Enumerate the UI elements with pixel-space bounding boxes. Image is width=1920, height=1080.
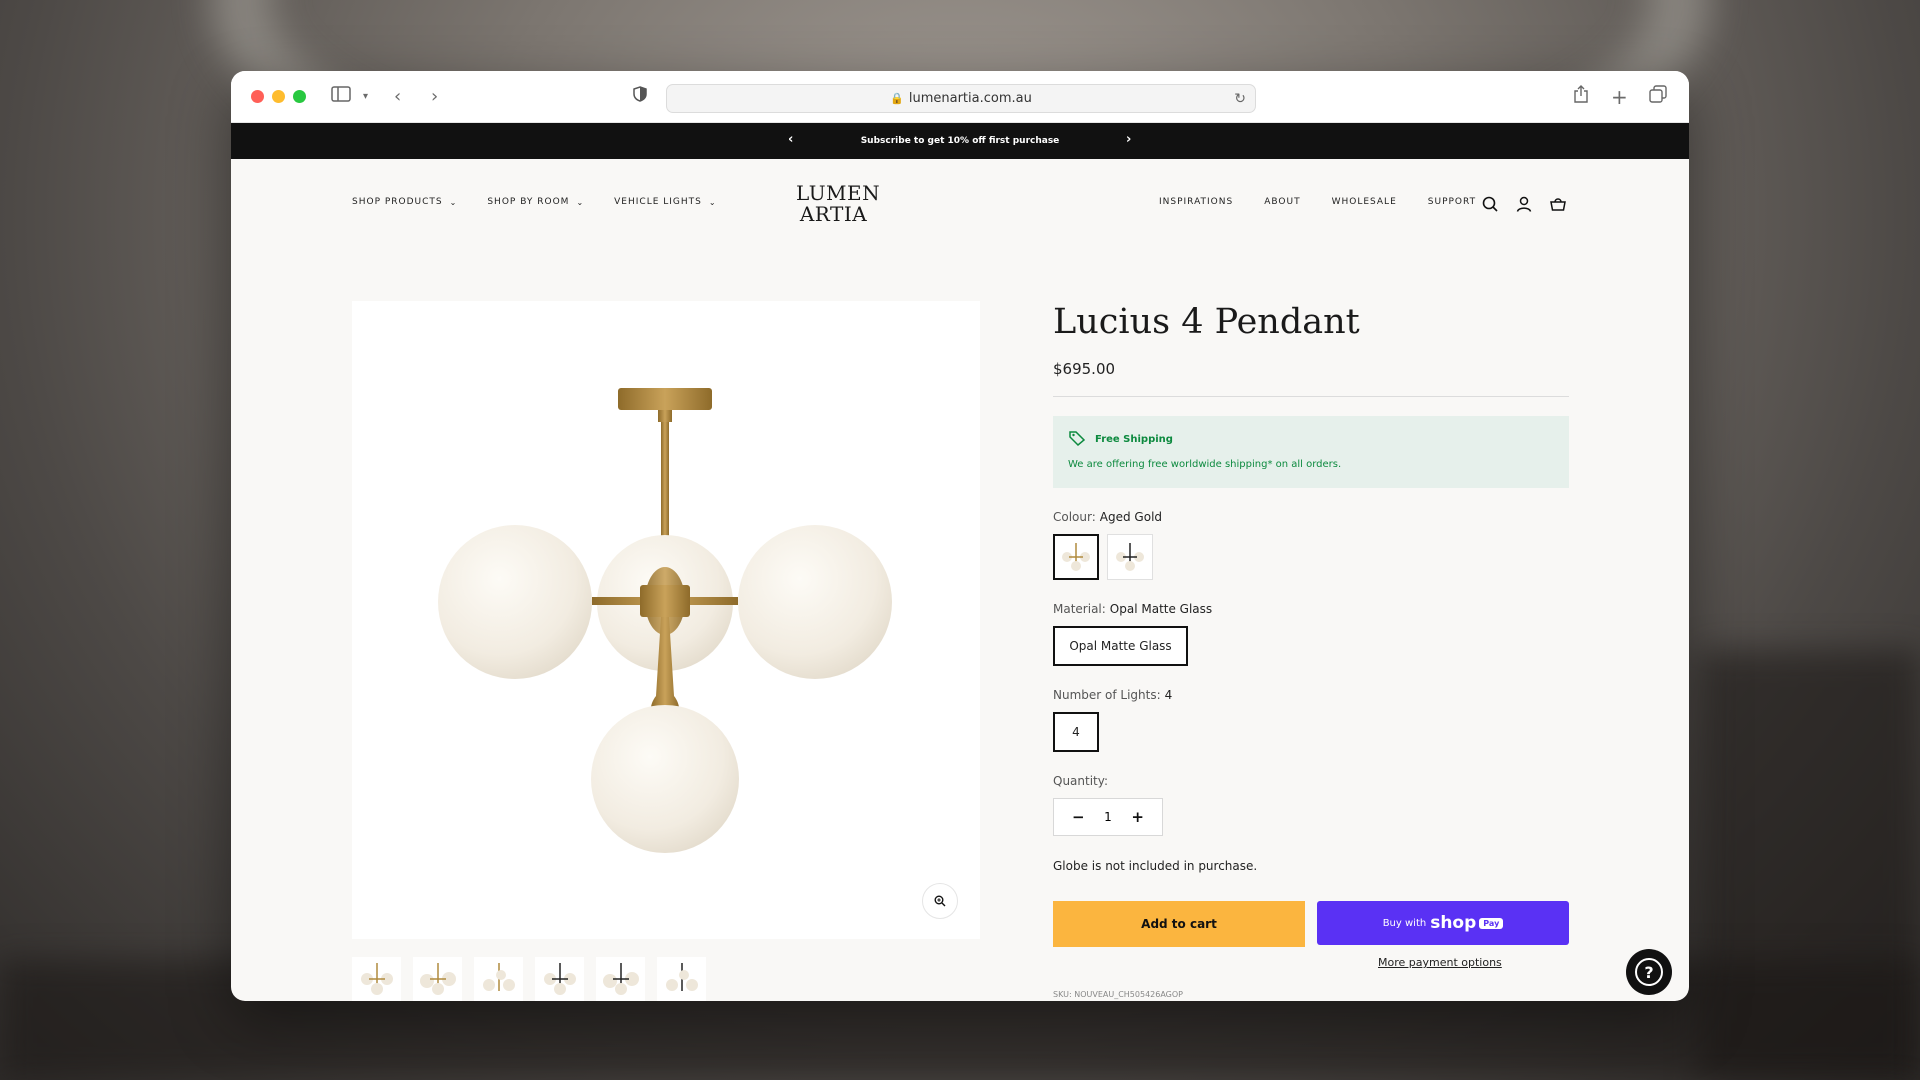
purchase-note: Globe is not included in purchase. <box>1053 859 1258 873</box>
tabs-overview-icon[interactable] <box>1649 85 1667 110</box>
lights-value: 4 <box>1164 688 1173 702</box>
announcement-bar: ‹ Subscribe to get 10% off first purchas… <box>231 123 1689 159</box>
quantity-stepper: − 1 + <box>1053 798 1163 836</box>
secondary-nav: INSPIRATIONS ABOUT WHOLESALE SUPPORT <box>1159 197 1476 207</box>
header-icons <box>1481 195 1567 213</box>
shop-pay-logo: shop <box>1430 913 1477 933</box>
shipping-text: We are offering free worldwide shipping*… <box>1068 459 1342 470</box>
quantity-label: Quantity: <box>1053 774 1109 788</box>
shipping-banner: Free Shipping We are offering free world… <box>1053 416 1569 488</box>
sidebar-toggle-icon[interactable] <box>331 85 351 109</box>
primary-nav: SHOP PRODUCTS ⌄ SHOP BY ROOM ⌄ VEHICLE LIG… <box>352 197 717 207</box>
product-title: Lucius 4 Pendant <box>1053 302 1360 342</box>
back-icon[interactable]: ‹ <box>394 85 401 109</box>
chevron-down-icon: ⌄ <box>708 197 717 207</box>
shipping-title: Free Shipping <box>1095 434 1173 445</box>
thumbnail[interactable] <box>413 957 462 1001</box>
divider <box>1053 396 1569 397</box>
chevron-down-icon[interactable]: ▾ <box>363 85 368 109</box>
share-icon[interactable] <box>1573 85 1589 110</box>
zoom-icon <box>934 895 946 907</box>
nav-shop-products[interactable]: SHOP PRODUCTS ⌄ <box>352 197 457 207</box>
buy-buttons: Add to cart Buy with shop Pay <box>1053 901 1569 947</box>
quantity-input[interactable]: 1 <box>1104 810 1112 824</box>
lock-icon: 🔒 <box>890 92 904 105</box>
site-header: SHOP PRODUCTS ⌄ SHOP BY ROOM ⌄ VEHICLE LIG… <box>231 159 1689 249</box>
nav-wholesale[interactable]: WHOLESALE <box>1332 197 1397 207</box>
thumbnail[interactable] <box>535 957 584 1001</box>
reload-icon[interactable]: ↻ <box>1234 91 1246 107</box>
colour-value: Aged Gold <box>1099 510 1163 524</box>
more-payment-options-link[interactable]: More payment options <box>1378 956 1569 969</box>
material-option[interactable]: Opal Matte Glass <box>1053 626 1188 666</box>
help-button[interactable]: ? <box>1626 949 1672 995</box>
nav-vehicle-lights[interactable]: VEHICLE LIGHTS ⌄ <box>614 197 716 207</box>
swatch-aged-gold[interactable] <box>1053 534 1099 580</box>
product-gallery[interactable] <box>352 301 980 939</box>
nav-inspirations[interactable]: INSPIRATIONS <box>1159 197 1233 207</box>
add-to-cart-button[interactable]: Add to cart <box>1053 901 1305 947</box>
thumbnail[interactable] <box>352 957 401 1001</box>
announcement-text[interactable]: Subscribe to get 10% off first purchase <box>861 136 1060 146</box>
chevron-down-icon: ⌄ <box>449 197 458 207</box>
lights-label: Number of Lights: 4 <box>1053 688 1173 702</box>
announcement-prev-button[interactable]: ‹ <box>788 132 793 147</box>
window-controls <box>251 90 306 103</box>
tag-icon <box>1068 430 1086 449</box>
thumbnail-strip <box>352 957 706 1001</box>
thumbnail[interactable] <box>596 957 645 1001</box>
url-text: lumenartia.com.au <box>908 91 1032 106</box>
site-logo[interactable]: LUMEN ARTIA <box>796 183 880 225</box>
shop-pay-button[interactable]: Buy with shop Pay <box>1317 901 1569 945</box>
quantity-increase-button[interactable]: + <box>1131 808 1144 826</box>
quantity-decrease-button[interactable]: − <box>1072 808 1085 826</box>
material-value: Opal Matte Glass <box>1109 602 1213 616</box>
account-icon[interactable] <box>1515 195 1533 213</box>
close-window-button[interactable] <box>251 90 264 103</box>
nav-about[interactable]: ABOUT <box>1264 197 1300 207</box>
address-bar[interactable]: 🔒 lumenartia.com.au ↻ <box>666 84 1256 113</box>
help-icon: ? <box>1635 958 1663 986</box>
material-label: Material: Opal Matte Glass <box>1053 602 1213 616</box>
thumbnail[interactable] <box>474 957 523 1001</box>
colour-label: Colour: Aged Gold <box>1053 510 1163 524</box>
zoom-button[interactable] <box>922 883 958 919</box>
minimize-window-button[interactable] <box>272 90 285 103</box>
swatch-black[interactable] <box>1107 534 1153 580</box>
product-price: $695.00 <box>1053 360 1116 378</box>
forward-icon[interactable]: › <box>431 85 438 109</box>
lights-option[interactable]: 4 <box>1053 712 1099 752</box>
colour-swatches <box>1053 534 1569 580</box>
browser-window: ▾ ‹ › 🔒 lumenartia.com.au ↻ + ‹ Subscrib… <box>231 71 1689 1001</box>
thumbnail[interactable] <box>657 957 706 1001</box>
nav-support[interactable]: SUPPORT <box>1428 197 1476 207</box>
product-image <box>438 388 892 853</box>
search-icon[interactable] <box>1481 195 1499 213</box>
announcement-next-button[interactable]: › <box>1126 132 1131 147</box>
maximize-window-button[interactable] <box>293 90 306 103</box>
sku-text: SKU: NOUVEAU_CH505426AGOP <box>1053 990 1183 999</box>
browser-toolbar: ▾ ‹ › 🔒 lumenartia.com.au ↻ + <box>231 71 1689 123</box>
product-info: Lucius 4 Pendant $695.00 Free Shipping W… <box>1053 301 1569 969</box>
cart-icon[interactable] <box>1549 195 1567 213</box>
shield-icon[interactable] <box>633 85 647 109</box>
nav-shop-by-room[interactable]: SHOP BY ROOM ⌄ <box>487 197 584 207</box>
new-tab-icon[interactable]: + <box>1611 85 1628 109</box>
chevron-down-icon: ⌄ <box>576 197 585 207</box>
